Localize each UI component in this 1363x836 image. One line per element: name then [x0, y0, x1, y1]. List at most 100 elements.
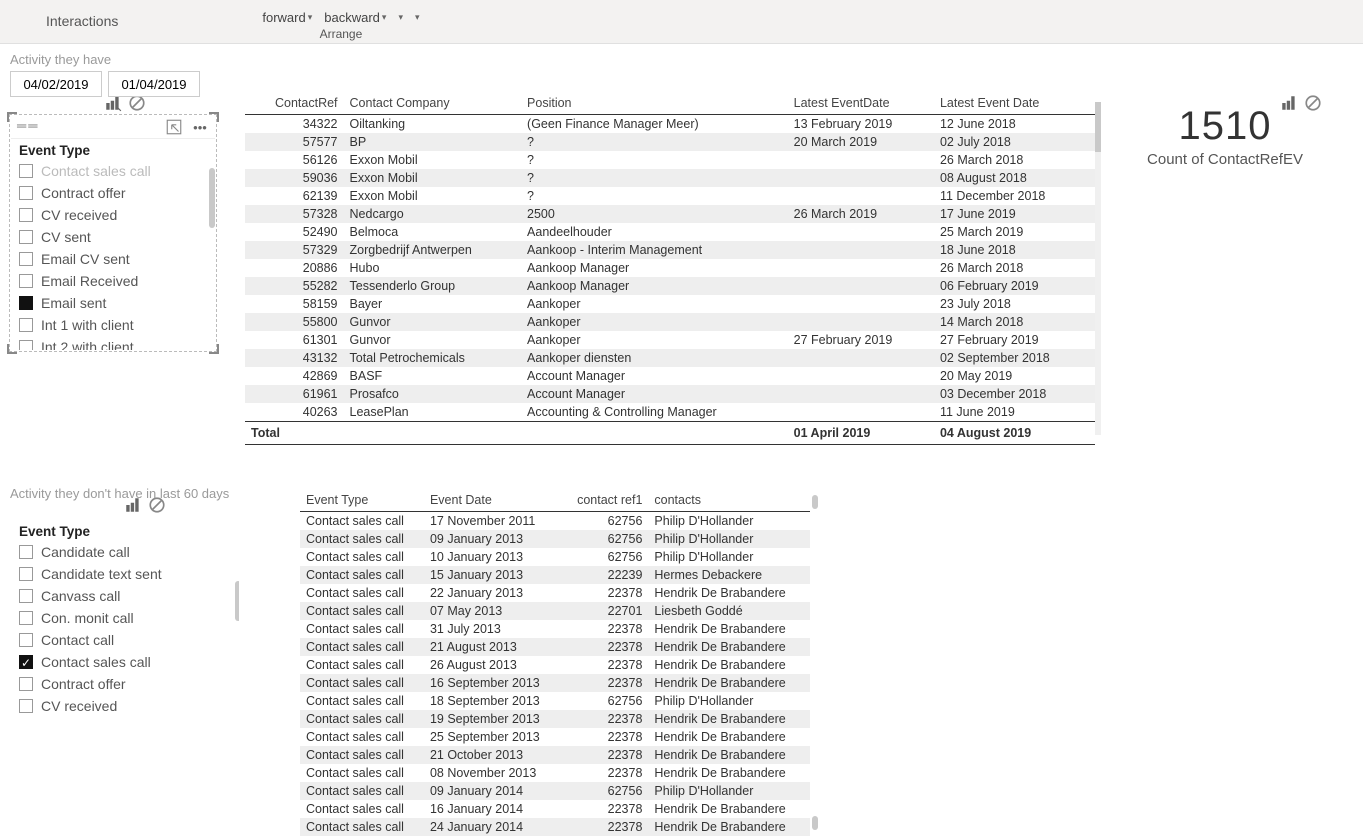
slicer-item[interactable]: Email Received: [19, 270, 207, 292]
column-header[interactable]: Event Type: [300, 489, 424, 512]
table-row[interactable]: 34322Oiltanking(Geen Finance Manager Mee…: [245, 115, 1095, 134]
table-row[interactable]: 61301GunvorAankoper27 February 201927 Fe…: [245, 331, 1095, 349]
table-row[interactable]: 55282Tessenderlo GroupAankoop Manager06 …: [245, 277, 1095, 295]
checkbox[interactable]: [19, 611, 33, 625]
table-row[interactable]: 61961ProsafcoAccount Manager03 December …: [245, 385, 1095, 403]
ribbon-btn-backward[interactable]: backward▾: [320, 8, 390, 27]
ribbon-btn-extra2[interactable]: ▾: [411, 10, 424, 25]
event-table[interactable]: Event TypeEvent Datecontact ref1contacts…: [300, 489, 810, 836]
checkbox[interactable]: [19, 567, 33, 581]
contact-table[interactable]: ContactRefContact CompanyPositionLatest …: [245, 92, 1095, 445]
table-row[interactable]: Contact sales call16 January 201422378He…: [300, 800, 810, 818]
table-row[interactable]: Contact sales call26 August 201322378Hen…: [300, 656, 810, 674]
checkbox[interactable]: [19, 186, 33, 200]
table-row[interactable]: Contact sales call15 January 201322239He…: [300, 566, 810, 584]
table-row[interactable]: Contact sales call22 January 201322378He…: [300, 584, 810, 602]
checkbox[interactable]: [19, 655, 33, 669]
table-row[interactable]: Contact sales call09 January 201362756Ph…: [300, 530, 810, 548]
checkbox[interactable]: [19, 545, 33, 559]
ribbon-tab-interactions[interactable]: Interactions: [36, 9, 128, 35]
table-row[interactable]: Contact sales call08 November 201322378H…: [300, 764, 810, 782]
slicer-item-label: Canvass call: [41, 586, 120, 606]
slicer-item[interactable]: Contact call: [19, 629, 231, 651]
focus-mode-icon[interactable]: [165, 118, 183, 136]
column-header[interactable]: contact ref1: [561, 489, 648, 512]
scroll-up[interactable]: [812, 495, 818, 509]
table-row[interactable]: Contact sales call07 May 201322701Liesbe…: [300, 602, 810, 620]
footer-cell: [344, 422, 522, 445]
column-header[interactable]: Position: [521, 92, 788, 115]
table-row[interactable]: 52490BelmocaAandeelhouder25 March 2019: [245, 223, 1095, 241]
scroll-down[interactable]: [812, 816, 818, 830]
slicer-item[interactable]: Email sent: [19, 292, 207, 314]
table-row[interactable]: 57328Nedcargo250026 March 201917 June 20…: [245, 205, 1095, 223]
event-type-slicer-1[interactable]: ══ ••• Event Type Contact sales callCont…: [10, 115, 216, 351]
slicer-item[interactable]: Contact sales call: [19, 160, 207, 182]
more-options-icon[interactable]: •••: [191, 118, 209, 136]
table-row[interactable]: 40263LeasePlanAccounting & Controlling M…: [245, 403, 1095, 422]
table-row[interactable]: 20886HuboAankoop Manager26 March 2018: [245, 259, 1095, 277]
table-row[interactable]: 43132Total PetrochemicalsAankoper dienst…: [245, 349, 1095, 367]
table-row[interactable]: Contact sales call25 September 201322378…: [300, 728, 810, 746]
event-type-slicer-2[interactable]: Event Type Candidate callCandidate text …: [10, 519, 240, 717]
table-row[interactable]: Contact sales call18 September 201362756…: [300, 692, 810, 710]
date-to-input[interactable]: [108, 71, 200, 97]
checkbox[interactable]: [19, 699, 33, 713]
column-header[interactable]: ContactRef: [245, 92, 344, 115]
activity-have-label: Activity they have: [10, 52, 240, 67]
date-from-input[interactable]: [10, 71, 102, 97]
slicer-item[interactable]: CV sent: [19, 226, 207, 248]
checkbox[interactable]: [19, 318, 33, 332]
slicer-item[interactable]: Candidate call: [19, 541, 231, 563]
table-row[interactable]: Contact sales call24 January 201422378He…: [300, 818, 810, 836]
slicer-item[interactable]: CV received: [19, 695, 231, 716]
checkbox[interactable]: [19, 230, 33, 244]
table-row[interactable]: Contact sales call10 January 201362756Ph…: [300, 548, 810, 566]
checkbox[interactable]: [19, 589, 33, 603]
slicer-item[interactable]: Int 2 with client: [19, 336, 207, 350]
table-row[interactable]: 42869BASFAccount Manager20 May 2019: [245, 367, 1095, 385]
checkbox[interactable]: [19, 296, 33, 310]
table-row[interactable]: Contact sales call31 July 201322378Hendr…: [300, 620, 810, 638]
table-row[interactable]: 58159BayerAankoper23 July 2018: [245, 295, 1095, 313]
table-row[interactable]: Contact sales call21 August 201322378Hen…: [300, 638, 810, 656]
table-row[interactable]: Contact sales call19 September 201322378…: [300, 710, 810, 728]
checkbox[interactable]: [19, 677, 33, 691]
slicer-item[interactable]: Canvass call: [19, 585, 231, 607]
slicer-item[interactable]: Con. monit call: [19, 607, 231, 629]
table-row[interactable]: Contact sales call09 January 201462756Ph…: [300, 782, 810, 800]
checkbox[interactable]: [19, 340, 33, 350]
column-header[interactable]: Contact Company: [344, 92, 522, 115]
drag-handle-icon[interactable]: ══: [17, 118, 39, 136]
scrollbar-thumb[interactable]: [209, 168, 215, 228]
table-row[interactable]: Contact sales call21 October 201322378He…: [300, 746, 810, 764]
slicer-item[interactable]: Contact sales call: [19, 651, 231, 673]
column-header[interactable]: Latest EventDate: [788, 92, 934, 115]
column-header[interactable]: Event Date: [424, 489, 561, 512]
slicer-item[interactable]: Email CV sent: [19, 248, 207, 270]
table-row[interactable]: Contact sales call17 November 201162756P…: [300, 512, 810, 531]
table-row[interactable]: Contact sales call16 September 201322378…: [300, 674, 810, 692]
table-row[interactable]: 62139Exxon Mobil?11 December 2018: [245, 187, 1095, 205]
table-row[interactable]: 59036Exxon Mobil?08 August 2018: [245, 169, 1095, 187]
table-row[interactable]: 56126Exxon Mobil?26 March 2018: [245, 151, 1095, 169]
slicer-item[interactable]: CV received: [19, 204, 207, 226]
checkbox[interactable]: [19, 252, 33, 266]
checkbox[interactable]: [19, 208, 33, 222]
ribbon-btn-extra1[interactable]: ▾: [394, 10, 407, 25]
slicer-item[interactable]: Contract offer: [19, 182, 207, 204]
column-header[interactable]: Latest Event Date: [934, 92, 1095, 115]
slicer-item[interactable]: Candidate text sent: [19, 563, 231, 585]
checkbox[interactable]: [19, 274, 33, 288]
table-row[interactable]: 55800GunvorAankoper14 March 2018: [245, 313, 1095, 331]
table-row[interactable]: 57329Zorgbedrijf AntwerpenAankoop - Inte…: [245, 241, 1095, 259]
checkbox[interactable]: [19, 633, 33, 647]
table-row[interactable]: 57577BP?20 March 201902 July 2018: [245, 133, 1095, 151]
scrollbar-thumb[interactable]: [235, 581, 239, 621]
slicer-item[interactable]: Contract offer: [19, 673, 231, 695]
ribbon-btn-forward[interactable]: forward▾: [258, 8, 316, 27]
slicer-item[interactable]: Int 1 with client: [19, 314, 207, 336]
checkbox[interactable]: [19, 164, 33, 178]
column-header[interactable]: contacts: [648, 489, 810, 512]
footer-cell: 01 April 2019: [788, 422, 934, 445]
